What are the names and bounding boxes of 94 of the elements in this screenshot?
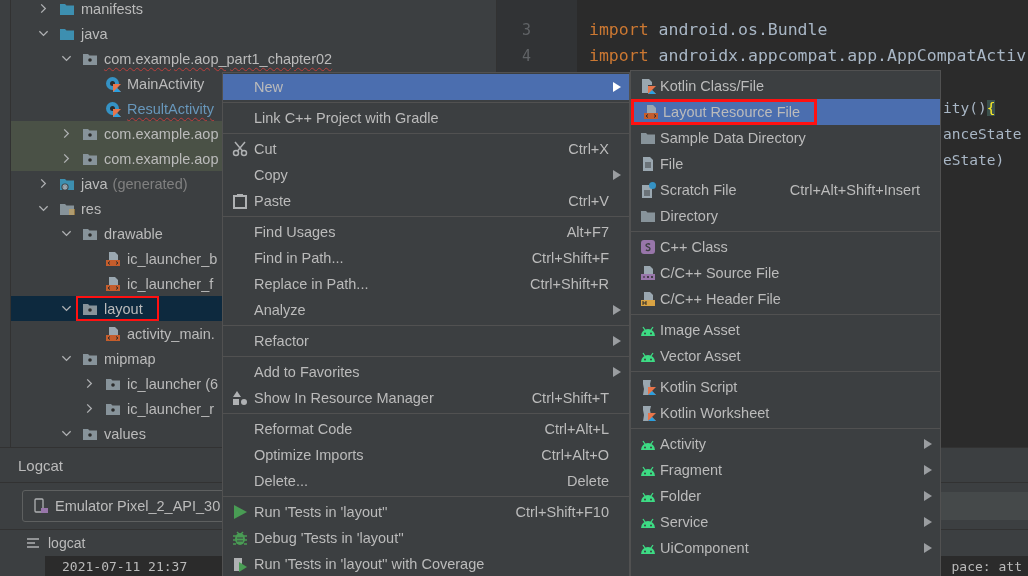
menu-item[interactable]: Paste Ctrl+V [223,188,629,214]
shapes-icon [231,390,248,406]
menu-item[interactable]: Sample Data Directory [631,125,940,151]
chevron-right-icon[interactable] [84,378,95,389]
menu-item[interactable]: Activity [631,431,940,457]
tree-item[interactable]: values [104,425,146,442]
menu-item[interactable]: Find Usages Alt+F7 [223,219,629,245]
menu-item[interactable]: C/C++ Source File [631,260,940,286]
chevron-down-icon[interactable] [61,53,72,64]
tree-item[interactable]: manifests [81,0,144,17]
code-line: ity(){ [943,100,996,116]
menu-item[interactable]: Add to Favorites [223,359,629,385]
menu-item[interactable]: Replace in Path... Ctrl+Shift+R [223,271,629,297]
menu-item[interactable]: Image Asset [631,317,940,343]
header-file-icon [639,291,656,307]
menu-item[interactable]: File [631,151,940,177]
bug-icon [231,530,248,546]
tree-item[interactable]: java [81,175,108,192]
chevron-down-icon[interactable] [61,428,72,439]
menu-item[interactable]: Link C++ Project with Gradle [223,105,629,131]
menu-item[interactable]: Cut Ctrl+X [223,136,629,162]
scissors-icon [231,141,248,157]
play-icon [231,504,248,520]
tree-item[interactable]: com.example.aop [104,150,219,167]
code-line: import android.os.Bundle [589,20,828,39]
menu-item[interactable]: Optimize Imports Ctrl+Alt+O [223,442,629,468]
chevron-right-icon[interactable] [38,178,49,189]
tree-item[interactable]: com.example.aop_part1_chapter02 [104,50,333,67]
menu-item[interactable]: Run 'Tests in 'layout'' with Coverage [223,551,629,576]
menu-item[interactable]: Show In Resource Manager Ctrl+Shift+T [223,385,629,411]
chevron-down-icon[interactable] [38,203,49,214]
tree-item[interactable]: activity_main. [127,325,215,342]
menu-item[interactable]: Copy [223,162,629,188]
chevron-down-icon[interactable] [38,28,49,39]
xml-file-icon [105,325,121,342]
tree-item[interactable]: java [81,25,108,42]
tree-item-note: (generated) [112,175,188,192]
tree-item[interactable]: res [81,200,102,217]
tree-item[interactable]: drawable [104,225,163,242]
log-line: 2021-07-11 21:37 [62,559,188,576]
tree-item[interactable]: ic_launcher_b [127,250,218,267]
menu-item[interactable]: Vector Asset [631,343,940,369]
chevron-right-icon[interactable] [84,403,95,414]
scratch-file-icon [639,182,656,198]
menu-item[interactable]: Fragment [631,457,940,483]
menu-item[interactable]: Refactor [223,328,629,354]
clipboard-icon [231,193,248,209]
highlight-box: Layout Resource File [631,99,817,125]
tree-item[interactable]: com.example.aop [104,125,219,142]
tree-item[interactable]: ic_launcher (6 [127,375,219,392]
menu-item[interactable]: Kotlin Script [631,374,940,400]
menu-item[interactable]: C++ Class [631,234,940,260]
class-icon [105,75,121,92]
menu-item[interactable]: Directory [631,203,940,229]
menu-item[interactable]: Analyze [223,297,629,323]
folder-icon [639,208,656,224]
tree-item[interactable]: mipmap [104,350,156,367]
code-line: anceState [943,126,1022,142]
panel-title: Logcat [18,456,64,474]
phone-icon [33,498,49,515]
coverage-icon [231,556,248,572]
menu-item[interactable]: Scratch File Ctrl+Alt+Shift+Insert [631,177,940,203]
xml-file-icon [105,250,121,267]
tree-item[interactable]: MainActivity [127,75,205,92]
tree-item[interactable]: ic_launcher_r [127,400,215,417]
logcat-tab[interactable]: logcat [26,535,86,552]
menu-item[interactable]: Reformat Code Ctrl+Alt+L [223,416,629,442]
folder-icon [639,130,656,146]
menu-item[interactable]: UiComponent [631,535,940,561]
code-line: eState) [943,152,1005,168]
log-line: pace: att [951,559,1022,576]
menu-item[interactable]: Kotlin Class/File [631,73,940,99]
xml-file-icon [105,275,121,292]
menu-item[interactable]: Find in Path... Ctrl+Shift+F [223,245,629,271]
chevron-right-icon[interactable] [61,153,72,164]
class-icon [105,100,121,117]
menu-item[interactable]: Service [631,509,940,535]
s-badge-icon [639,239,656,255]
menu-item[interactable]: Folder [631,483,940,509]
chevron-right-icon[interactable] [38,3,49,14]
chevron-down-icon[interactable] [61,228,72,239]
chevron-down-icon[interactable] [61,353,72,364]
kotlin-file-icon [639,78,656,94]
xml-file-icon [642,104,659,120]
tree-item[interactable]: ic_launcher_f [127,275,214,292]
code-line: import androidx.appcompat.app.AppCompatActiv [589,46,1027,65]
menu-item[interactable]: C/C++ Header File [631,286,940,312]
chevron-down-icon[interactable] [61,303,72,314]
chevron-right-icon[interactable] [61,128,72,139]
menu-item[interactable]: Debug 'Tests in 'layout'' [223,525,629,551]
tree-item[interactable]: layout [104,300,143,317]
menu-item[interactable]: Kotlin Worksheet [631,400,940,426]
tree-item[interactable]: ResultActivity [127,100,215,117]
cpp-file-icon [639,265,656,281]
